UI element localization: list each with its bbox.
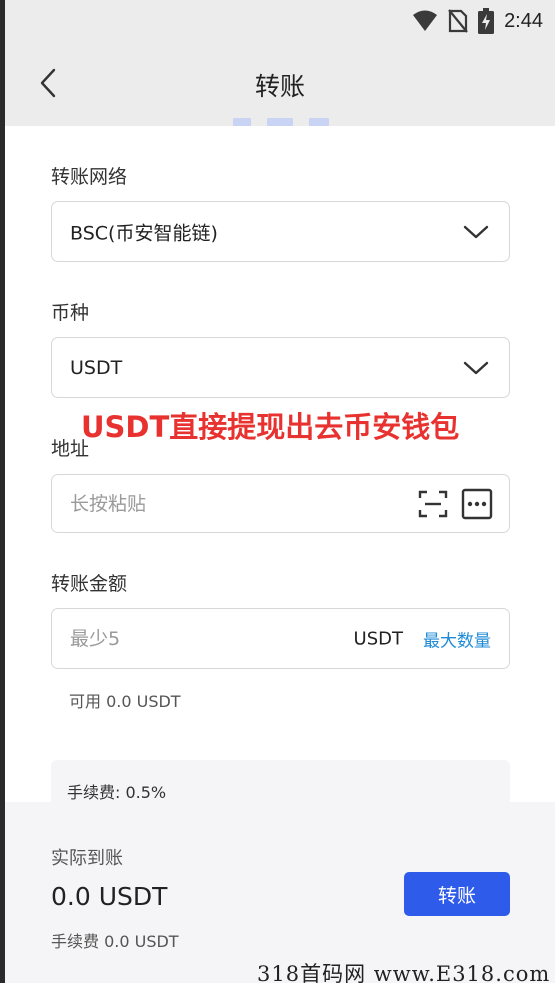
amount-unit: USDT [353,628,403,649]
transfer-screen: 2:44 转账 转账网络 BSC(币安智能链) 币种 USDT USDT直接提现… [5,0,555,983]
address-input[interactable] [70,492,330,515]
more-icon[interactable] [461,488,493,520]
address-field[interactable] [51,474,510,533]
network-label: 转账网络 [51,166,128,188]
battery-charging-icon [478,8,495,34]
actual-received-label: 实际到账 [51,848,123,869]
status-time: 2:44 [504,9,543,32]
actual-received-amount: 0.0 USDT [51,882,168,911]
partial-tab-indicator [5,118,555,126]
scan-icon[interactable] [417,488,449,520]
network-select[interactable]: BSC(币安智能链) [51,201,510,262]
summary-panel: 实际到账 0.0 USDT 手续费 0.0 USDT 转账 [5,802,555,983]
no-sim-icon [448,9,468,33]
nav-bar: 转账 [5,42,555,126]
currency-label: 币种 [51,302,90,324]
chevron-down-icon [463,225,489,238]
watermark: 318首码网 www.E318.com [257,962,551,983]
available-balance: 可用 0.0 USDT [69,692,181,711]
fee-amount: 手续费 0.0 USDT [51,932,179,951]
fee-rate: 手续费: 0.5% [67,783,167,802]
overlay-caption: USDT直接提现出去币安钱包 [81,410,460,444]
max-amount-link[interactable]: 最大数量 [423,626,491,651]
currency-value: USDT [70,356,123,379]
amount-field[interactable]: USDT 最大数量 [51,608,510,669]
currency-select[interactable]: USDT [51,337,510,398]
address-label: 地址 [51,438,90,460]
amount-label: 转账金额 [51,573,128,595]
page-title: 转账 [254,72,305,101]
network-value: BSC(币安智能链) [70,222,218,244]
chevron-down-icon [463,361,489,374]
wifi-icon [413,10,438,31]
status-bar: 2:44 [5,0,555,42]
amount-input[interactable] [70,627,270,650]
transfer-button[interactable]: 转账 [404,872,510,916]
